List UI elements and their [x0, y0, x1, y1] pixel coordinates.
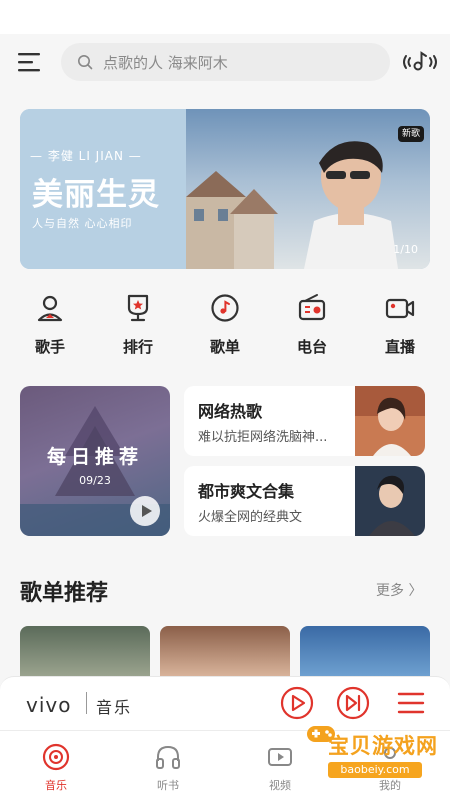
banner-title: 美丽生灵: [32, 177, 160, 213]
app-name: 音乐: [96, 698, 133, 717]
tab-audiobook[interactable]: 听书: [138, 743, 198, 799]
watermark-text: 宝贝游戏网: [328, 734, 438, 758]
playlist-queue-icon[interactable]: [394, 686, 428, 720]
vivo-logo: vivo: [26, 693, 72, 717]
quick-nav-radio[interactable]: 电台: [282, 292, 342, 362]
daily-date: 09/23: [79, 474, 111, 487]
quick-nav-label: 电台: [296, 338, 327, 356]
status-bar: [0, 0, 450, 34]
daily-recommend-card[interactable]: 每日推荐 09/23: [20, 386, 170, 536]
quick-nav-label: 排行: [122, 338, 153, 356]
search-icon: [78, 55, 93, 70]
card-title: 都市爽文合集: [198, 482, 295, 501]
card-subtitle: 难以抗拒网络洗脑神...: [198, 430, 328, 445]
playlist-thumb[interactable]: [20, 626, 150, 676]
listen-recognize-icon[interactable]: [400, 48, 440, 76]
playlist-thumb[interactable]: [300, 626, 430, 676]
card-subtitle: 火爆全网的经典文: [198, 510, 303, 525]
quick-nav-live[interactable]: 直播: [370, 292, 430, 362]
banner-text-panel: — 李健 LI JIAN — 美丽生灵 人与自然 心心相印: [20, 109, 186, 269]
watermark-url: baobeiy.com: [328, 762, 422, 778]
banner-page-indicator: 1/10: [393, 243, 418, 256]
quick-nav-playlist[interactable]: 歌单: [195, 292, 255, 362]
card-thumbnail: [355, 386, 425, 456]
live-icon: [385, 298, 415, 319]
site-watermark: 宝贝游戏网 baobeiy.com: [300, 716, 437, 788]
search-placeholder: 点歌的人 海来阿木: [103, 54, 228, 72]
tab-label: 听书: [157, 779, 179, 792]
quick-nav: 歌手 排行 歌单 电台 直播: [20, 292, 430, 362]
quick-nav-ranking[interactable]: 排行: [108, 292, 168, 362]
radio-icon: [298, 294, 326, 321]
novel-collection-card[interactable]: 都市爽文合集 火爆全网的经典文: [184, 466, 425, 536]
play-button[interactable]: [280, 686, 314, 720]
search-bar[interactable]: 点歌的人 海来阿木: [61, 43, 390, 81]
top-header: 点歌的人 海来阿木: [0, 34, 450, 90]
more-link[interactable]: 更多 〉: [376, 580, 422, 600]
next-track-button[interactable]: [336, 686, 370, 720]
tab-music[interactable]: 音乐: [26, 743, 86, 799]
playlist-thumbnails: [20, 626, 450, 676]
hot-songs-card[interactable]: 网络热歌 难以抗拒网络洗脑神...: [184, 386, 425, 456]
logo-divider: [86, 692, 87, 714]
quick-nav-label: 直播: [384, 338, 415, 356]
video-icon: [268, 748, 292, 766]
ranking-icon: [127, 294, 149, 322]
quick-nav-label: 歌单: [209, 338, 240, 356]
singer-icon: [37, 295, 63, 322]
new-song-badge: 新歌: [397, 126, 424, 142]
card-thumbnail: [355, 466, 425, 536]
banner-slogan: 人与自然 心心相印: [32, 217, 133, 230]
banner-artist: — 李健 LI JIAN —: [30, 149, 142, 163]
daily-title: 每日推荐: [46, 446, 143, 468]
play-icon: [142, 505, 152, 517]
quick-nav-singer[interactable]: 歌手: [20, 292, 80, 362]
music-disc-icon: [42, 743, 70, 771]
playlist-thumb[interactable]: [160, 626, 290, 676]
playlist-section-title: 歌单推荐: [20, 581, 109, 606]
quick-nav-label: 歌手: [34, 338, 65, 356]
playlist-icon: [211, 294, 239, 322]
hero-banner[interactable]: — 李健 LI JIAN — 美丽生灵 人与自然 心心相印 新歌 1/10: [20, 109, 430, 269]
menu-icon[interactable]: [18, 52, 42, 72]
daily-play-button[interactable]: [130, 496, 160, 526]
card-title: 网络热歌: [198, 402, 263, 421]
headphones-icon: [156, 745, 180, 769]
tab-label: 音乐: [45, 779, 67, 792]
